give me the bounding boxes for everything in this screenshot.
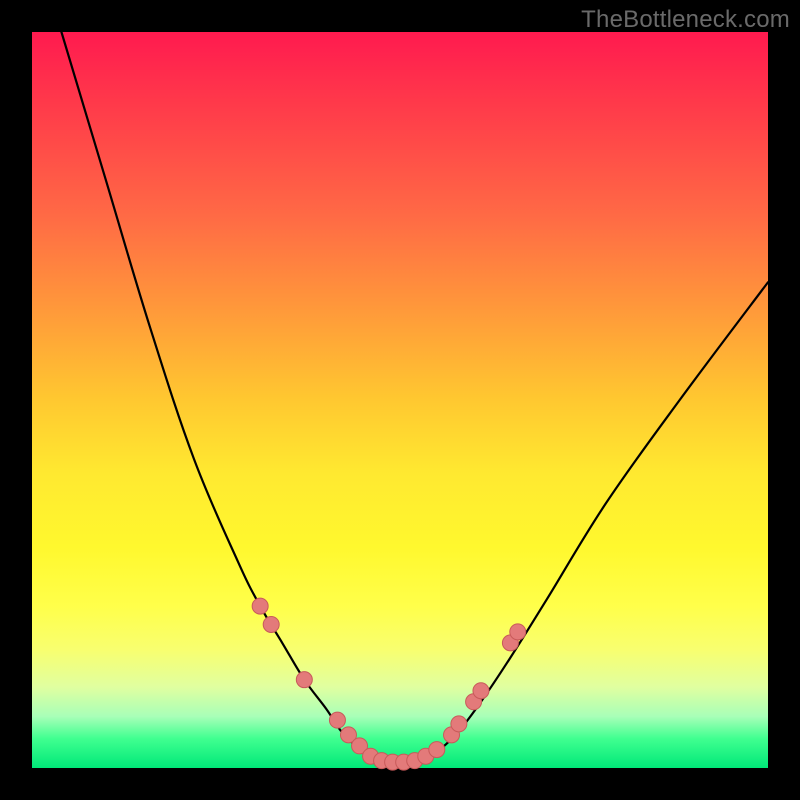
watermark-text: TheBottleneck.com <box>581 6 790 34</box>
curve-marker <box>451 716 467 732</box>
chart-svg <box>32 32 768 768</box>
curve-marker <box>263 616 279 632</box>
curve-marker <box>329 712 345 728</box>
chart-frame: TheBottleneck.com <box>0 0 800 800</box>
curve-marker <box>510 624 526 640</box>
plot-area <box>32 32 768 768</box>
curve-markers <box>252 598 526 770</box>
curve-marker <box>252 598 268 614</box>
curve-marker <box>473 683 489 699</box>
curve-marker <box>296 672 312 688</box>
bottleneck-curve <box>61 32 768 764</box>
curve-marker <box>429 742 445 758</box>
